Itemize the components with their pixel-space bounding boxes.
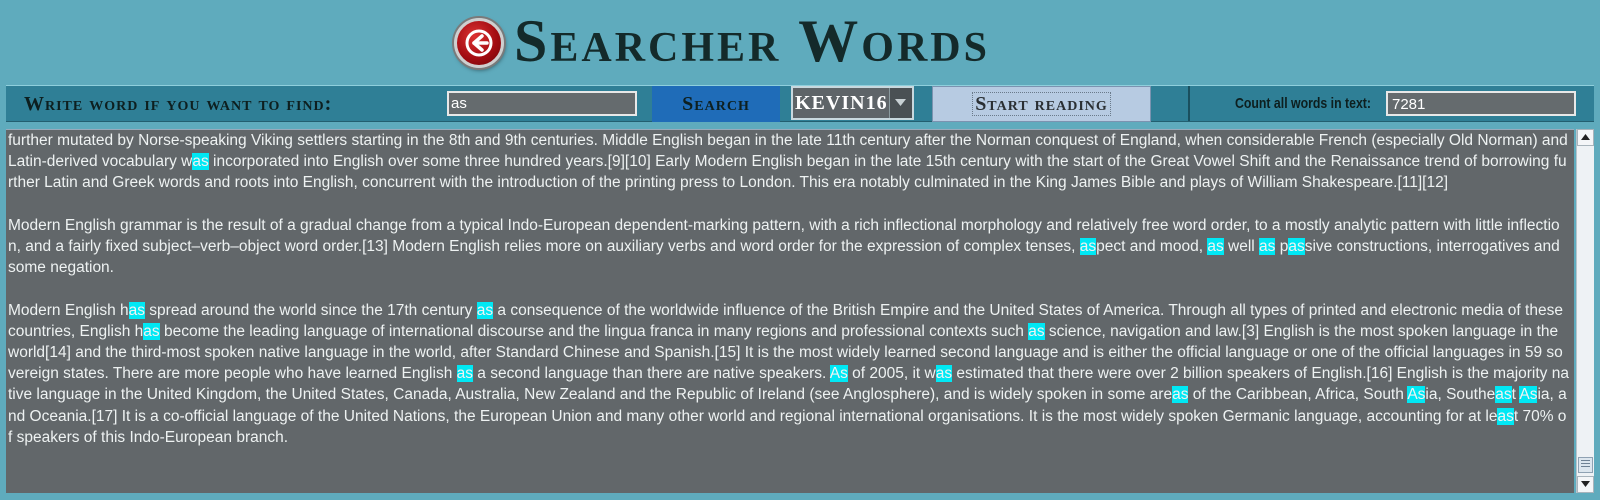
search-match-highlight: As bbox=[829, 365, 848, 383]
scroll-down-button[interactable] bbox=[1577, 476, 1594, 493]
vertical-scrollbar[interactable] bbox=[1576, 129, 1594, 493]
search-toolbar: Write word if you want to find: Search K… bbox=[6, 85, 1594, 122]
scroll-up-button[interactable] bbox=[1577, 129, 1594, 146]
search-match-highlight: As bbox=[1519, 386, 1538, 404]
search-match-highlight: as bbox=[192, 153, 209, 171]
arrow-left-icon bbox=[465, 29, 493, 57]
search-match-highlight: as bbox=[1497, 407, 1514, 425]
search-match-highlight: as bbox=[1172, 386, 1189, 404]
search-match-highlight: as bbox=[143, 322, 160, 340]
text-paragraph: further mutated by Norse-speaking Viking… bbox=[8, 132, 1568, 192]
search-match-highlight: as bbox=[476, 301, 494, 319]
search-match-highlight: As bbox=[1407, 386, 1426, 404]
start-reading-button[interactable]: Start reading bbox=[932, 86, 1151, 122]
bottom-strip bbox=[6, 493, 1594, 497]
word-count-label: Count all words in text: bbox=[1235, 95, 1371, 112]
scroll-thumb[interactable] bbox=[1578, 457, 1593, 473]
text-paragraph: Modern English grammar is the result of … bbox=[8, 216, 1560, 277]
app-header: Searcher Words bbox=[0, 0, 1600, 84]
back-button[interactable] bbox=[454, 18, 504, 68]
user-select[interactable]: KEVIN16 bbox=[791, 86, 914, 120]
find-word-label: Write word if you want to find: bbox=[24, 93, 333, 115]
text-paragraph: Modern English has spread around the wor… bbox=[8, 301, 1569, 446]
search-match-highlight: as bbox=[1079, 238, 1097, 255]
search-match-highlight: as bbox=[935, 365, 953, 383]
word-count-field: 7281 bbox=[1386, 91, 1576, 116]
search-button[interactable]: Search bbox=[652, 86, 780, 122]
search-match-highlight: as bbox=[456, 365, 473, 383]
search-match-highlight: as bbox=[1259, 238, 1276, 255]
search-input[interactable] bbox=[447, 91, 637, 116]
dropdown-toggle[interactable] bbox=[889, 88, 912, 118]
search-match-highlight: as bbox=[1495, 386, 1512, 404]
chevron-down-icon bbox=[895, 99, 906, 106]
user-select-value: KEVIN16 bbox=[795, 92, 888, 114]
start-reading-label: Start reading bbox=[972, 91, 1111, 116]
toolbar-divider bbox=[1188, 86, 1190, 121]
app-title: Searcher Words bbox=[514, 8, 990, 74]
search-match-highlight: as bbox=[128, 301, 145, 319]
arrow-down-icon bbox=[1581, 481, 1590, 487]
search-match-highlight: as bbox=[1028, 322, 1045, 340]
reading-text-area[interactable]: further mutated by Norse-speaking Viking… bbox=[6, 129, 1574, 493]
arrow-up-icon bbox=[1581, 134, 1590, 140]
text-content: further mutated by Norse-speaking Viking… bbox=[6, 130, 1574, 448]
search-match-highlight: as bbox=[1207, 238, 1224, 255]
search-match-highlight: as bbox=[1288, 238, 1305, 255]
